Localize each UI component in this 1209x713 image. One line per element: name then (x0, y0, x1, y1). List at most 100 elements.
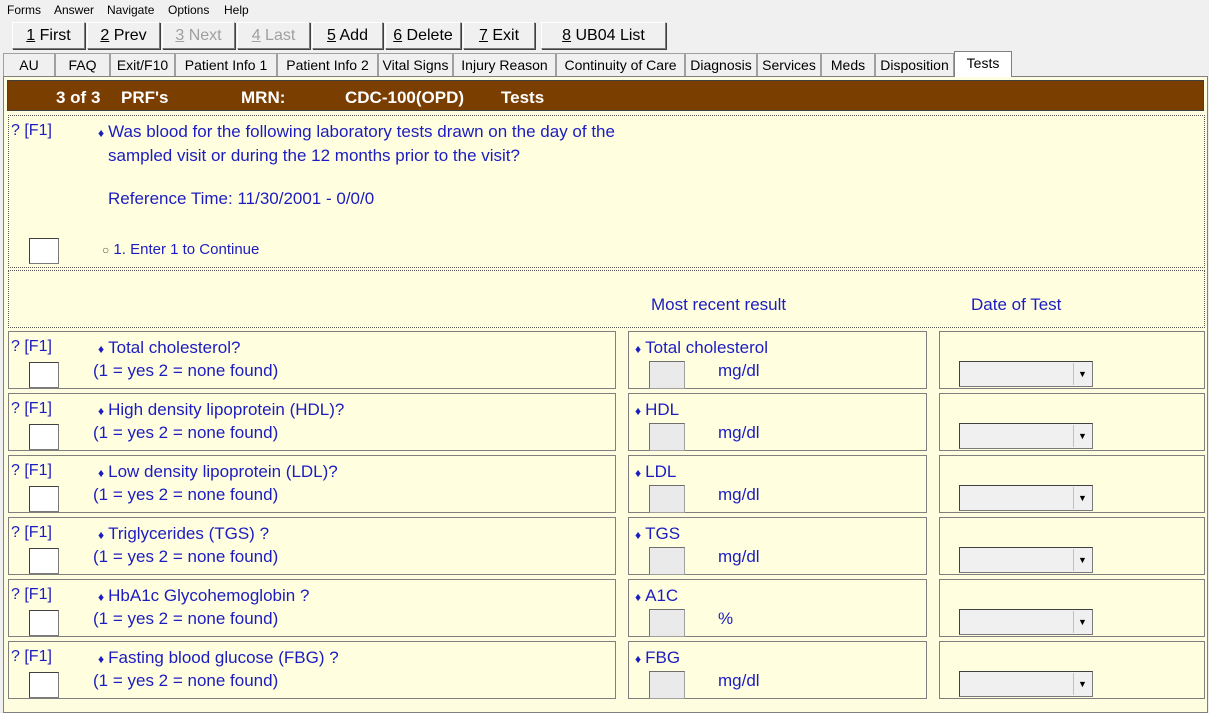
ldl-date-box: ▼ (939, 455, 1205, 513)
last-button[interactable]: 4 Last (237, 22, 310, 49)
diamond-icon: ♦ (635, 590, 642, 604)
total-cholesterol-hint: (1 = yes 2 = none found) (93, 361, 279, 380)
help-f1-link[interactable]: ? [F1] (11, 122, 52, 140)
diamond-icon: ♦ (635, 404, 642, 418)
hdl-question: ♦ High density lipoprotein (HDL)? (98, 400, 345, 419)
diamond-icon: ♦ (635, 528, 642, 542)
fbg-result-box: ♦ FBG mg/dl (628, 641, 927, 699)
tgs-date-dropdown[interactable]: ▼ (959, 547, 1093, 573)
ldl-date-dropdown[interactable]: ▼ (959, 485, 1093, 511)
fbg-unit: mg/dl (718, 671, 760, 690)
tab-meds[interactable]: Meds (821, 53, 875, 76)
a1c-date-box: ▼ (939, 579, 1205, 637)
tab-diagnosis[interactable]: Diagnosis (685, 53, 757, 76)
delete-button[interactable]: 6 Delete (385, 22, 461, 49)
prev-button[interactable]: 2 Prev (87, 22, 160, 49)
hdl-answer-input[interactable] (29, 424, 59, 450)
tab-continuity-of-care[interactable]: Continuity of Care (556, 53, 685, 76)
help-f1-link[interactable]: ? [F1] (11, 524, 52, 542)
tab-patient-info-2[interactable]: Patient Info 2 (277, 53, 378, 76)
menu-help[interactable]: Help (224, 3, 249, 17)
tests-form: 3 of 3 PRF's MRN: CDC-100(OPD) Tests ? [… (3, 76, 1208, 713)
main-question-line2: sampled visit or during the 12 months pr… (108, 146, 520, 165)
add-button[interactable]: 5 Add (312, 22, 383, 49)
fbg-answer-input[interactable] (29, 672, 59, 698)
menu-bar: Forms Answer Navigate Options Help (0, 0, 1209, 20)
tab-injury-reason[interactable]: Injury Reason (453, 53, 556, 76)
tab-patient-info-1[interactable]: Patient Info 1 (175, 53, 277, 76)
diamond-icon: ♦ (635, 342, 642, 356)
tab-disposition[interactable]: Disposition (875, 53, 954, 76)
date-of-test-header: Date of Test (971, 295, 1062, 314)
menu-forms[interactable]: Forms (7, 3, 41, 17)
continue-option[interactable]: ○ 1. Enter 1 to Continue (102, 241, 259, 258)
fbg-result-input[interactable] (649, 671, 685, 699)
a1c-unit: % (718, 609, 734, 628)
total-cholesterol-date-box: ▼ (939, 331, 1205, 389)
total-cholesterol-date-dropdown[interactable]: ▼ (959, 361, 1093, 387)
mrn-label: MRN: (241, 88, 286, 107)
total-cholesterol-result-input[interactable] (649, 361, 685, 389)
diamond-icon: ♦ (98, 528, 105, 542)
tgs-question: ♦ Triglycerides (TGS) ? (98, 524, 270, 543)
tab-vital-signs[interactable]: Vital Signs (378, 53, 453, 76)
hdl-question-box: ? [F1] ♦ High density lipoprotein (HDL)? … (8, 393, 616, 451)
help-f1-link[interactable]: ? [F1] (11, 400, 52, 418)
ub04-list-button[interactable]: 8 UB04 List (541, 22, 666, 49)
tab-au[interactable]: AU (3, 53, 55, 76)
most-recent-result-header: Most recent result (651, 295, 787, 314)
exit-button[interactable]: 7 Exit (463, 22, 535, 49)
tgs-answer-input[interactable] (29, 548, 59, 574)
fbg-date-box: ▼ (939, 641, 1205, 699)
tab-tests[interactable]: Tests (954, 51, 1012, 77)
chevron-down-icon[interactable]: ▼ (1073, 549, 1091, 571)
tgs-result-input[interactable] (649, 547, 685, 575)
diamond-icon: ♦ (98, 342, 105, 356)
diamond-icon: ♦ (635, 466, 642, 480)
tab-faq[interactable]: FAQ (55, 53, 110, 76)
fbg-hint: (1 = yes 2 = none found) (93, 671, 279, 690)
total-cholesterol-answer-input[interactable] (29, 362, 59, 388)
help-f1-link[interactable]: ? [F1] (11, 648, 52, 666)
columns-header-box: Most recent result Date of Test (8, 270, 1205, 328)
total-cholesterol-unit: mg/dl (718, 361, 760, 380)
record-header: 3 of 3 PRF's MRN: CDC-100(OPD) Tests (7, 80, 1204, 111)
total-cholesterol-result-box: ♦ Total cholesterol mg/dl (628, 331, 927, 389)
hdl-date-dropdown[interactable]: ▼ (959, 423, 1093, 449)
hdl-result-box: ♦ HDL mg/dl (628, 393, 927, 451)
ldl-answer-input[interactable] (29, 486, 59, 512)
first-button[interactable]: 1 First (12, 22, 85, 49)
ldl-result-input[interactable] (649, 485, 685, 513)
chevron-down-icon[interactable]: ▼ (1073, 673, 1091, 695)
tgs-hint: (1 = yes 2 = none found) (93, 547, 279, 566)
chevron-down-icon[interactable]: ▼ (1073, 363, 1091, 385)
help-f1-link[interactable]: ? [F1] (11, 462, 52, 480)
chevron-down-icon[interactable]: ▼ (1073, 425, 1091, 447)
ldl-result-box: ♦ LDL mg/dl (628, 455, 927, 513)
section-title: Tests (501, 88, 545, 107)
a1c-answer-input[interactable] (29, 610, 59, 636)
help-f1-link[interactable]: ? [F1] (11, 586, 52, 604)
hdl-result-input[interactable] (649, 423, 685, 451)
main-question-line1: ♦ Was blood for the following laboratory … (98, 122, 615, 141)
a1c-question: ♦ HbA1c Glycohemoglobin ? (98, 586, 310, 605)
menu-options[interactable]: Options (168, 3, 209, 17)
diamond-icon: ♦ (98, 404, 105, 418)
a1c-date-dropdown[interactable]: ▼ (959, 609, 1093, 635)
menu-answer[interactable]: Answer (54, 3, 94, 17)
tgs-date-box: ▼ (939, 517, 1205, 575)
tab-exit-f10[interactable]: Exit/F10 (110, 53, 175, 76)
total-cholesterol-result-label: ♦ Total cholesterol (635, 338, 768, 357)
diamond-icon: ♦ (98, 126, 105, 140)
chevron-down-icon[interactable]: ▼ (1073, 487, 1091, 509)
tab-services[interactable]: Services (757, 53, 821, 76)
menu-navigate[interactable]: Navigate (107, 3, 154, 17)
hdl-unit: mg/dl (718, 423, 760, 442)
help-f1-link[interactable]: ? [F1] (11, 338, 52, 356)
next-button[interactable]: 3 Next (162, 22, 235, 49)
continue-input[interactable] (29, 238, 59, 264)
fbg-date-dropdown[interactable]: ▼ (959, 671, 1093, 697)
a1c-result-input[interactable] (649, 609, 685, 637)
chevron-down-icon[interactable]: ▼ (1073, 611, 1091, 633)
main-question-box: ? [F1] ♦ Was blood for the following labo… (8, 115, 1205, 268)
